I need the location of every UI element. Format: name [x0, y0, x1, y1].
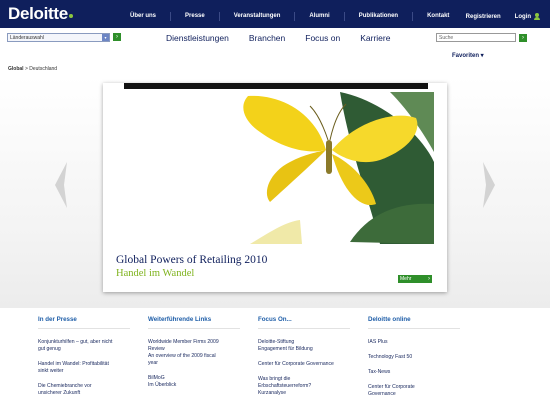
search-input[interactable]: Suche	[436, 33, 516, 42]
list-item[interactable]: Center für Corporate Governance	[368, 384, 460, 398]
list-item[interactable]: Worldwide Member Firms 2009 Review An over…	[148, 339, 240, 367]
carousel-next-icon[interactable]	[481, 162, 497, 208]
butterfly-image	[230, 92, 434, 244]
user-icon[interactable]	[534, 13, 540, 20]
topnav-presse[interactable]: Presse	[185, 13, 205, 21]
hero-title[interactable]: Global Powers of Retailing 2010	[116, 254, 267, 266]
column-heading: Weiterführende Links	[148, 316, 240, 329]
column-online: Deloitte online IAS Plus Technology Fast…	[368, 316, 460, 406]
nav-karriere[interactable]: Karriere	[360, 33, 390, 43]
footer-columns: In der Presse Konjunkturhilfen – gut, ab…	[38, 316, 518, 413]
topnav-ueber-uns[interactable]: Über uns	[130, 13, 156, 21]
divider	[343, 12, 345, 21]
hero-top-strip	[124, 83, 428, 89]
list-item[interactable]: Technology Fast 50	[368, 354, 460, 361]
main-navigation: Dienstleistungen Branchen Focus on Karri…	[166, 33, 410, 43]
divider	[412, 12, 414, 21]
chevron-down-icon[interactable]: ▾	[102, 34, 109, 41]
deloitte-logo[interactable]: Deloitte	[8, 4, 73, 24]
top-navigation: Über uns Presse Veranstaltungen Alumni P…	[130, 12, 449, 21]
column-heading: In der Presse	[38, 316, 130, 329]
topnav-kontakt[interactable]: Kontakt	[427, 13, 449, 21]
list-item[interactable]: Konjunkturhilfen – gut, aber nicht gut ge…	[38, 339, 130, 353]
column-links: Weiterführende Links Worldwide Member Fi…	[148, 316, 240, 397]
list-item[interactable]: Tax-News	[368, 369, 460, 376]
register-link[interactable]: Registrieren	[466, 14, 501, 20]
topnav-veranstaltungen[interactable]: Veranstaltungen	[234, 13, 281, 21]
country-select-value: Länderauswahl	[10, 35, 44, 41]
list-item[interactable]: Center für Corporate Governance	[258, 361, 350, 368]
topnav-alumni[interactable]: Alumni	[309, 13, 329, 21]
account-links: Registrieren Login	[466, 13, 540, 20]
nav-dienstleistungen[interactable]: Dienstleistungen	[166, 33, 229, 43]
column-heading: Deloitte online	[368, 316, 460, 329]
topnav-publikationen[interactable]: Publikationen	[359, 13, 398, 21]
login-link[interactable]: Login	[515, 14, 531, 20]
list-item[interactable]: Handel im Wandel: Profitabilität sinkt we…	[38, 361, 130, 375]
favoriten-dropdown[interactable]: Favoriten ▾	[452, 52, 484, 59]
list-item[interactable]: IAS Plus	[368, 339, 460, 346]
divider	[218, 12, 220, 21]
divider	[294, 12, 296, 21]
breadcrumb-global[interactable]: Global	[8, 66, 24, 72]
divider	[170, 12, 172, 21]
hero-subtitle: Handel im Wandel	[116, 268, 195, 279]
search-go-button[interactable]: ›	[519, 34, 527, 42]
list-item[interactable]: Was bringt die Erbschaftsteuerreform? Kurz…	[258, 376, 350, 397]
top-bar: Deloitte Über uns Presse Veranstaltungen…	[0, 0, 550, 28]
list-item[interactable]: Die Chemiebranche vor unsicherer Zukunft	[38, 383, 130, 397]
country-go-button[interactable]: ›	[113, 33, 121, 41]
nav-branchen[interactable]: Branchen	[249, 33, 285, 43]
column-presse: In der Presse Konjunkturhilfen – gut, ab…	[38, 316, 130, 405]
breadcrumb-current: > Deutschland	[24, 66, 58, 72]
country-select[interactable]: Länderauswahl ▾	[7, 33, 110, 42]
nav-focus-on[interactable]: Focus on	[305, 33, 340, 43]
mehr-button[interactable]: Mehr	[398, 275, 432, 283]
column-heading: Focus On...	[258, 316, 350, 329]
column-focus-on: Focus On... Deloitte-Stiftung Engagement …	[258, 316, 350, 405]
logo-dot	[68, 14, 73, 18]
carousel-previous-icon[interactable]	[53, 162, 69, 208]
list-item[interactable]: BilMoG Im Überblick	[148, 375, 240, 389]
breadcrumb: Global > Deutschland	[8, 66, 57, 72]
list-item[interactable]: Deloitte-Stiftung Engagement für Bildung	[258, 339, 350, 353]
